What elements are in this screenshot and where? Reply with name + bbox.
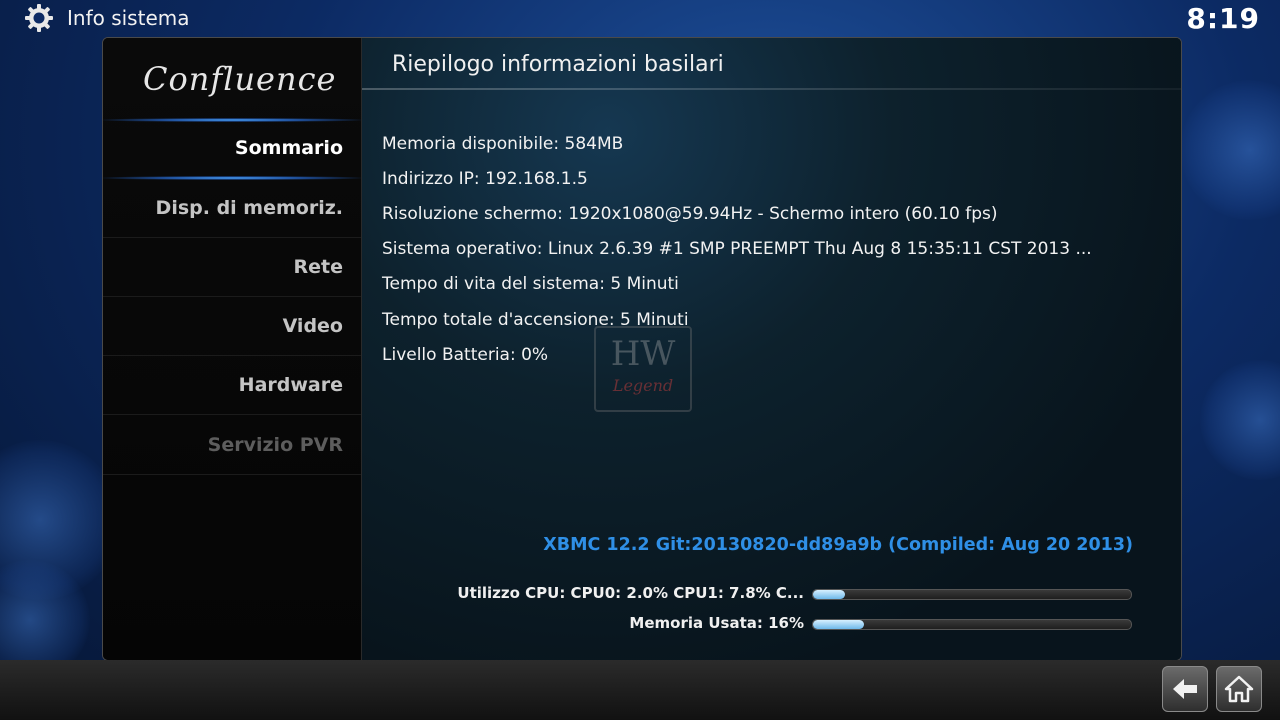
version-info: XBMC 12.2 Git:20130820-dd89a9b (Compiled… bbox=[543, 535, 1133, 555]
content-area: Riepilogo informazioni basilari × Memori… bbox=[362, 38, 1181, 660]
background-bokeh bbox=[1200, 360, 1280, 480]
watermark-logo: HW Legend bbox=[594, 326, 692, 412]
sidebar-item-network[interactable]: Rete bbox=[103, 238, 361, 297]
sidebar: Confluence Sommario Disp. di memoriz. Re… bbox=[103, 38, 362, 660]
bottom-bar bbox=[0, 660, 1280, 720]
cpu-usage-fill bbox=[813, 590, 845, 599]
info-memory: Memoria disponibile: 584MB bbox=[382, 134, 624, 154]
memory-usage-fill bbox=[813, 620, 864, 629]
info-resolution: Risoluzione schermo: 1920x1080@59.94Hz -… bbox=[382, 204, 998, 224]
gear-icon bbox=[25, 4, 53, 32]
sidebar-item-sommario[interactable]: Sommario bbox=[103, 119, 361, 178]
memory-usage-bar bbox=[812, 619, 1132, 630]
confluence-logo: Confluence bbox=[143, 60, 337, 98]
system-info-dialog: Confluence Sommario Disp. di memoriz. Re… bbox=[102, 37, 1182, 661]
cpu-usage-bar bbox=[812, 589, 1132, 600]
home-button[interactable] bbox=[1216, 666, 1262, 712]
home-icon bbox=[1224, 675, 1254, 703]
sidebar-item-pvr: Servizio PVR bbox=[103, 416, 361, 475]
cpu-usage-label: Utilizzo CPU: CPU0: 2.0% CPU1: 7.8% C... bbox=[457, 584, 804, 602]
sidebar-item-hardware[interactable]: Hardware bbox=[103, 356, 361, 415]
clock: 8:19 bbox=[1186, 2, 1260, 35]
sidebar-item-storage[interactable]: Disp. di memoriz. bbox=[103, 179, 361, 238]
back-arrow-icon bbox=[1173, 679, 1197, 699]
watermark-bottom-text: Legend bbox=[612, 376, 674, 395]
window-title: Info sistema bbox=[67, 6, 190, 30]
page-title: Riepilogo informazioni basilari bbox=[392, 52, 724, 77]
top-bar: Info sistema 8:19 bbox=[0, 0, 1280, 36]
watermark-top-text: HW bbox=[610, 334, 676, 374]
info-uptime: Tempo di vita del sistema: 5 Minuti bbox=[382, 274, 679, 294]
memory-usage-label: Memoria Usata: 16% bbox=[629, 614, 804, 632]
sidebar-item-video[interactable]: Video bbox=[103, 297, 361, 356]
back-button[interactable] bbox=[1162, 666, 1208, 712]
background-bokeh bbox=[1180, 80, 1280, 220]
info-os: Sistema operativo: Linux 2.6.39 #1 SMP P… bbox=[382, 239, 1092, 259]
title-divider bbox=[362, 88, 1181, 90]
info-battery: Livello Batteria: 0% bbox=[382, 345, 549, 365]
info-ip: Indirizzo IP: 192.168.1.5 bbox=[382, 169, 588, 189]
